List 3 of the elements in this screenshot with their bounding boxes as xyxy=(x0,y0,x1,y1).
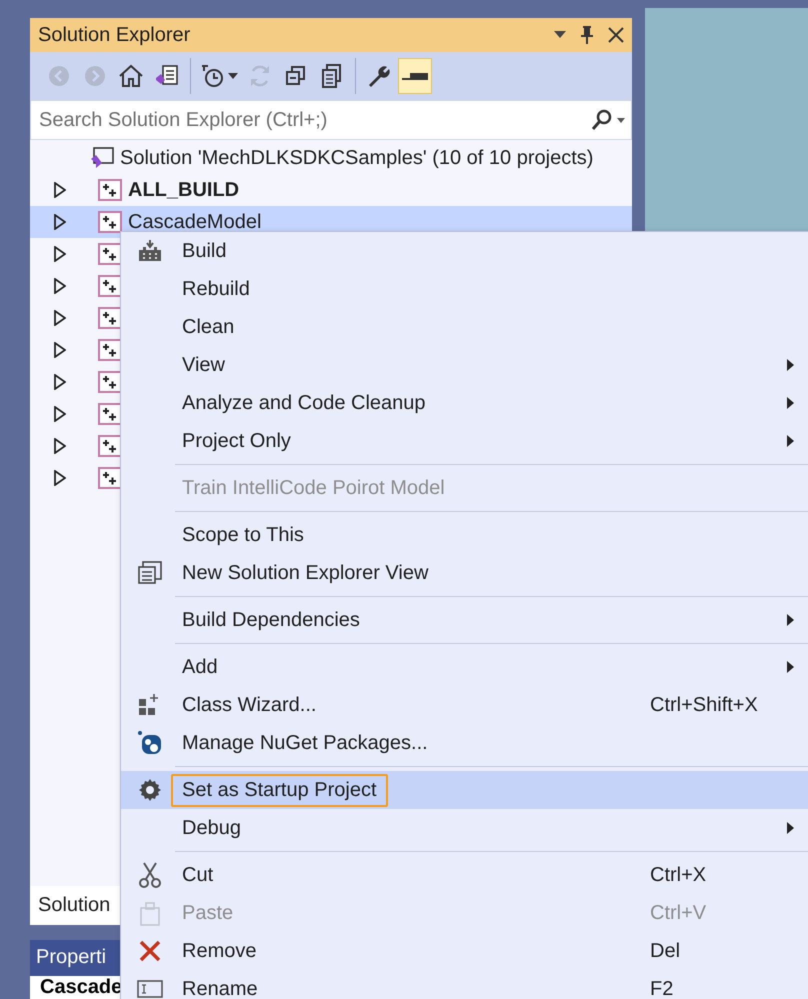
panel-title: Solution Explorer xyxy=(38,24,192,46)
properties-title: Properti xyxy=(36,946,106,970)
properties-object-name: Cascade xyxy=(40,976,122,999)
